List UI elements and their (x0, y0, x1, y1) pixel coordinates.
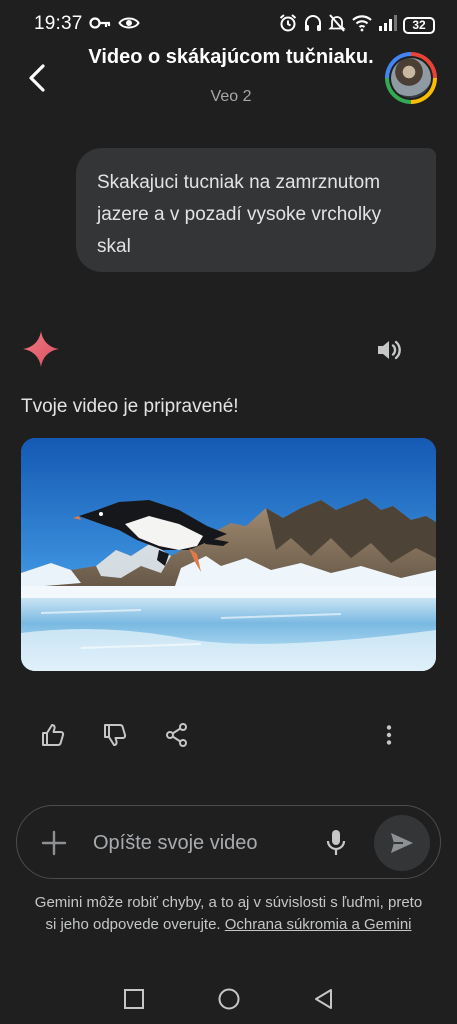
triangle-back-icon (315, 989, 332, 1009)
prompt-input-bar (16, 805, 441, 879)
home-button[interactable] (216, 986, 242, 1012)
speaker-icon (378, 340, 401, 360)
privacy-link[interactable]: Ochrana súkromia a Gemini (225, 916, 412, 933)
thumb-down-button[interactable] (100, 720, 130, 750)
prompt-input[interactable] (93, 826, 313, 860)
headphones-icon (303, 13, 323, 38)
key-icon (88, 14, 112, 37)
more-vert-icon (386, 725, 392, 745)
gemini-spark-icon (22, 330, 60, 368)
square-icon (124, 989, 144, 1009)
more-options-button[interactable] (374, 720, 404, 750)
share-icon (166, 723, 187, 747)
mute-icon (328, 13, 346, 38)
avatar (391, 58, 431, 98)
battery-icon: 32 (403, 17, 435, 34)
back-button[interactable] (22, 60, 52, 96)
thumb-up-button[interactable] (38, 720, 68, 750)
plus-icon (41, 830, 67, 856)
thumb-down-icon (104, 724, 127, 746)
model-name: Veo 2 (210, 88, 252, 105)
back-nav-button[interactable] (311, 986, 337, 1012)
send-button[interactable] (374, 815, 430, 871)
video-scene-image (21, 438, 436, 671)
alarm-icon (278, 13, 298, 38)
eye-icon (118, 14, 140, 37)
avatar-ring-inner (389, 56, 433, 100)
chat-title: Video o skákajúcom tučniaku. (88, 46, 374, 68)
wifi-icon (351, 14, 373, 37)
generated-video-thumbnail[interactable] (21, 438, 436, 671)
send-icon (391, 833, 413, 853)
microphone-button[interactable] (321, 828, 351, 858)
read-aloud-button[interactable] (374, 336, 406, 364)
circle-icon (218, 988, 240, 1010)
share-button[interactable] (162, 720, 192, 750)
status-left-icons (88, 14, 140, 37)
thumb-up-icon (42, 724, 65, 746)
status-right-icons: 32 (278, 13, 435, 38)
account-avatar-button[interactable] (385, 52, 437, 104)
response-actions (38, 720, 408, 750)
status-time: 19:37 (34, 13, 83, 34)
microphone-icon (326, 830, 346, 855)
gemini-chat-screen: 19:37 32 Video o skákajúcom tučniaku. Ve… (0, 0, 457, 1024)
system-nav-bar (0, 972, 457, 1024)
signal-icon (378, 14, 398, 37)
add-attachment-button[interactable] (39, 828, 69, 858)
response-text: Tvoje video je pripravené! (21, 396, 239, 417)
user-prompt-bubble: Skakajuci tucniak na zamrznutom jazere a… (76, 148, 436, 272)
back-arrow-icon (29, 64, 45, 92)
disclaimer: Gemini môže robiť chyby, a to aj v súvis… (30, 892, 427, 936)
status-bar: 19:37 32 (0, 0, 457, 46)
recents-button[interactable] (121, 986, 147, 1012)
